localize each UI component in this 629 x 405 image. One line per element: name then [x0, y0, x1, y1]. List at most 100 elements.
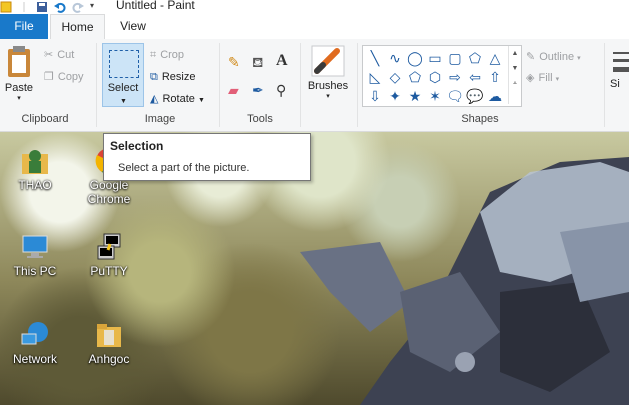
ribbon-tabs: File Home View: [0, 14, 629, 40]
separator: [300, 43, 301, 127]
tooltip-title: Selection: [110, 139, 164, 153]
rotate-label: Rotate: [162, 93, 195, 105]
computer-icon: [22, 235, 48, 258]
undo-icon[interactable]: [54, 1, 66, 13]
desktop-icon-network[interactable]: Network: [0, 320, 70, 366]
crop-label: Crop: [160, 49, 185, 61]
fill-tool[interactable]: ⛾: [252, 53, 263, 71]
eraser-icon: ▰: [228, 82, 239, 98]
save-icon[interactable]: [36, 1, 48, 13]
shape-item[interactable]: ◇: [385, 67, 405, 86]
fill-button[interactable]: ◈ Fill ▾: [526, 69, 559, 87]
shape-item[interactable]: ⇩: [365, 86, 385, 105]
copy-icon: ❐: [44, 71, 54, 84]
scroll-up-icon[interactable]: ▲: [509, 50, 521, 57]
desktop-icon-anhgoc[interactable]: Anhgoc: [74, 320, 144, 366]
scroll-down-icon[interactable]: ▼: [509, 65, 521, 72]
separator: [357, 43, 358, 127]
shape-item[interactable]: ╲: [365, 48, 385, 67]
redo-icon[interactable]: [72, 1, 84, 13]
selection-marquee-icon: [109, 50, 139, 78]
resize-icon: ⧉: [150, 71, 158, 84]
shape-item[interactable]: ⬡: [425, 67, 445, 86]
brushes-button[interactable]: Brushes ▾: [304, 45, 352, 100]
outline-button[interactable]: ✎ Outline ▾: [526, 48, 581, 66]
separator: [96, 43, 97, 127]
shape-item[interactable]: ★: [405, 86, 425, 105]
eraser-tool[interactable]: ▰: [228, 81, 239, 99]
shape-item[interactable]: ▢: [445, 48, 465, 67]
shapes-scroll[interactable]: ▲ ▼ ⩡: [508, 46, 521, 104]
text-tool[interactable]: A: [276, 52, 288, 70]
brush-icon: [311, 45, 345, 77]
separator: [604, 43, 605, 127]
pencil-tool[interactable]: ✎: [228, 53, 240, 71]
network-icon: [21, 322, 48, 345]
size-button[interactable]: Si: [610, 49, 629, 90]
window-title: Untitled - Paint: [116, 0, 195, 12]
copy-button[interactable]: ❐ Copy: [44, 68, 84, 86]
title-bar: ▾ Untitled - Paint: [0, 0, 629, 14]
shape-item[interactable]: 💬: [465, 86, 485, 105]
copy-label: Copy: [57, 71, 84, 83]
shape-item[interactable]: 🗨: [445, 86, 465, 105]
paint-app-icon[interactable]: [0, 1, 12, 13]
tools-group-label: Tools: [247, 113, 273, 125]
shapes-gallery[interactable]: ╲ ∿ ◯ ▭ ▢ ⬠ △ ◺ ◇ ⬠ ⬡ ⇨ ⇦ ⇧ ⇩ ✦ ★ ✶ 🗨 💬 ☁ ▲ ▼ ⩡: [362, 45, 522, 107]
shape-item[interactable]: ✶: [425, 86, 445, 105]
clipboard-group-label: Clipboard: [21, 113, 69, 125]
rotate-button[interactable]: ◭ Rotate ▼: [150, 90, 205, 108]
shape-item[interactable]: ▭: [425, 48, 445, 67]
expand-gallery-icon[interactable]: ⩡: [509, 80, 521, 88]
resize-button[interactable]: ⧉ Resize: [150, 68, 195, 86]
selection-tooltip: Selection Select a part of the picture.: [103, 133, 311, 181]
rotate-dropdown-icon: ▼: [197, 97, 205, 104]
shape-item[interactable]: ✦: [385, 86, 405, 105]
color-picker-tool[interactable]: ✒: [252, 81, 264, 99]
shape-item[interactable]: ⇧: [485, 67, 505, 86]
quick-access-toolbar: ▾: [0, 0, 102, 14]
shape-item[interactable]: ⇦: [465, 67, 485, 86]
select-label: Select: [107, 82, 139, 94]
magnifier-tool[interactable]: ⚲: [276, 81, 286, 99]
motorcycle-wallpaper-image: [300, 157, 629, 405]
tab-file[interactable]: File: [0, 14, 48, 39]
paste-label: Paste: [4, 82, 34, 94]
shape-item[interactable]: ⬠: [405, 67, 425, 86]
select-button[interactable]: Select ▼: [102, 43, 144, 107]
cut-button[interactable]: ✂ Cut: [44, 46, 74, 64]
crop-icon: ⌗: [150, 49, 157, 62]
outline-label: Outline: [539, 51, 575, 63]
crop-button[interactable]: ⌗ Crop: [150, 46, 184, 64]
tab-view[interactable]: View: [108, 14, 158, 39]
shape-item[interactable]: ◯: [405, 48, 425, 67]
size-lines-icon: [612, 52, 629, 72]
desktop-icon-thao[interactable]: THAO: [0, 146, 70, 192]
shape-item[interactable]: △: [485, 48, 505, 67]
tab-home[interactable]: Home: [50, 14, 105, 39]
customize-qat-icon[interactable]: ▾: [90, 1, 102, 13]
shape-item[interactable]: ⇨: [445, 67, 465, 86]
shape-item[interactable]: ☁: [485, 86, 505, 105]
desktop: THAO Google Chrome This PC PuTTY Network…: [0, 132, 629, 405]
shape-item[interactable]: ∿: [385, 48, 405, 67]
separator-icon: [18, 1, 30, 13]
size-label: Si: [610, 78, 620, 90]
desktop-icon-label: Google Chrome: [87, 178, 131, 206]
scissors-icon: ✂: [44, 49, 54, 62]
image-group-label: Image: [144, 113, 176, 125]
paste-button[interactable]: Paste ▾: [2, 45, 36, 102]
resize-label: Resize: [161, 71, 196, 83]
pencil-icon: ✎: [228, 54, 240, 70]
shape-item[interactable]: ⬠: [465, 48, 485, 67]
outline-icon: ✎: [526, 51, 536, 64]
select-dropdown-icon[interactable]: ▼: [120, 98, 127, 105]
paste-icon: [8, 46, 30, 77]
shape-item[interactable]: ◺: [365, 67, 385, 86]
folder-icon: [97, 324, 121, 347]
desktop-icon-label: THAO: [18, 178, 52, 192]
putty-icon: [97, 233, 121, 260]
desktop-icon-this-pc[interactable]: This PC: [0, 232, 70, 278]
desktop-icon-putty[interactable]: PuTTY: [74, 232, 144, 278]
desktop-icon-label: This PC: [13, 264, 57, 278]
